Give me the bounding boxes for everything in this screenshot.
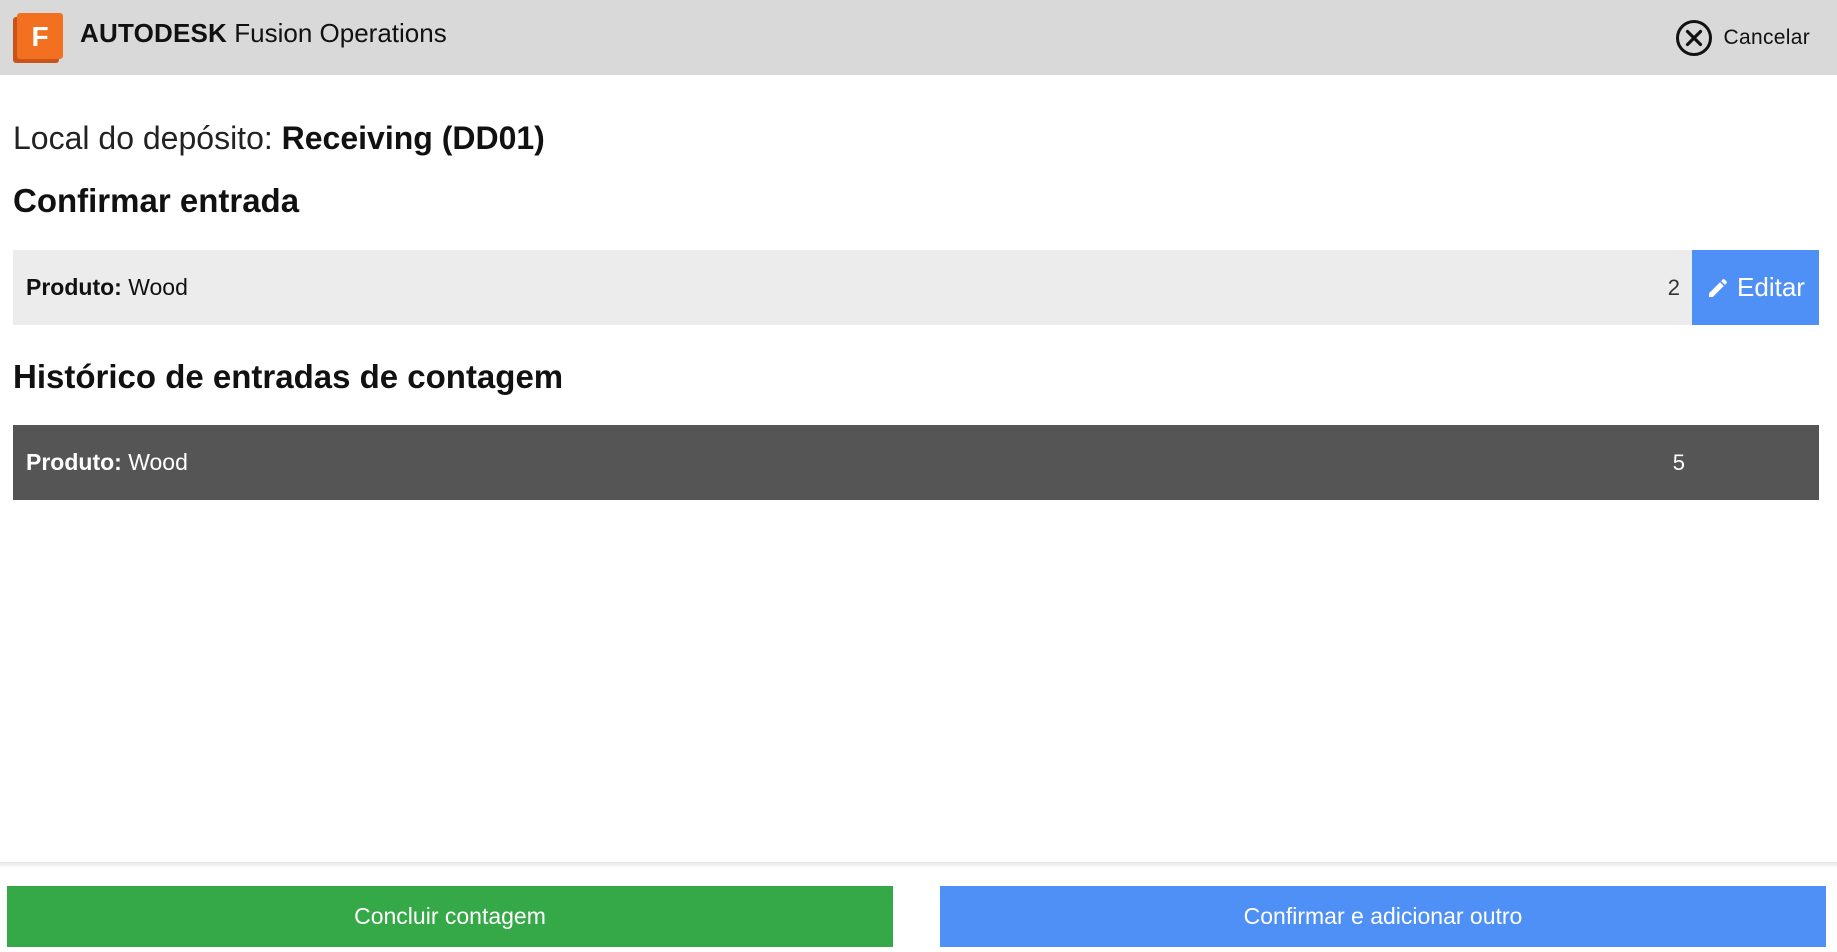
brand-product: Fusion Operations xyxy=(234,18,447,48)
brand-company: AUTODESK xyxy=(80,18,228,48)
close-circle-icon xyxy=(1675,20,1712,56)
cancel-label: Cancelar xyxy=(1723,26,1810,49)
svg-text:F: F xyxy=(31,21,48,52)
confirm-and-add-label: Confirmar e adicionar outro xyxy=(1243,903,1523,929)
edit-button-label: Editar xyxy=(1737,272,1805,302)
app-header: F AUTODESK Fusion Operations Cancelar xyxy=(0,0,1837,75)
product-label: Produto: xyxy=(26,274,122,300)
finish-count-label: Concluir contagem xyxy=(354,903,546,929)
pencil-icon xyxy=(1709,278,1728,297)
confirm-entry-row: Produto: Wood 2 Editar xyxy=(13,250,1819,325)
history-entry-product: Produto: Wood xyxy=(13,449,1673,476)
cancel-button[interactable]: Cancelar xyxy=(1675,19,1810,57)
finish-count-button[interactable]: Concluir contagem xyxy=(7,886,893,947)
product-value: Wood xyxy=(128,274,188,300)
count-history-title: Histórico de entradas de contagem xyxy=(13,358,564,395)
product-value: Wood xyxy=(128,449,188,475)
location-value: Receiving (DD01) xyxy=(281,120,545,156)
edit-button[interactable]: Editar xyxy=(1692,250,1819,325)
confirm-entry-quantity: 2 xyxy=(1667,274,1680,300)
history-entry-row[interactable]: Produto: Wood 5 xyxy=(13,425,1819,500)
fusion-logo-icon: F xyxy=(13,13,63,63)
product-label: Produto: xyxy=(26,449,122,475)
app-brand: AUTODESK Fusion Operations xyxy=(80,18,447,48)
confirm-and-add-button[interactable]: Confirmar e adicionar outro xyxy=(940,886,1826,947)
confirm-entry-product: Produto: Wood xyxy=(13,274,1668,301)
footer-divider xyxy=(0,862,1837,868)
history-entry-quantity: 5 xyxy=(1672,449,1685,475)
confirm-entry-title: Confirmar entrada xyxy=(13,182,300,219)
warehouse-location: Local do depósito: Receiving (DD01) xyxy=(13,117,545,159)
location-label: Local do depósito: xyxy=(13,120,273,156)
